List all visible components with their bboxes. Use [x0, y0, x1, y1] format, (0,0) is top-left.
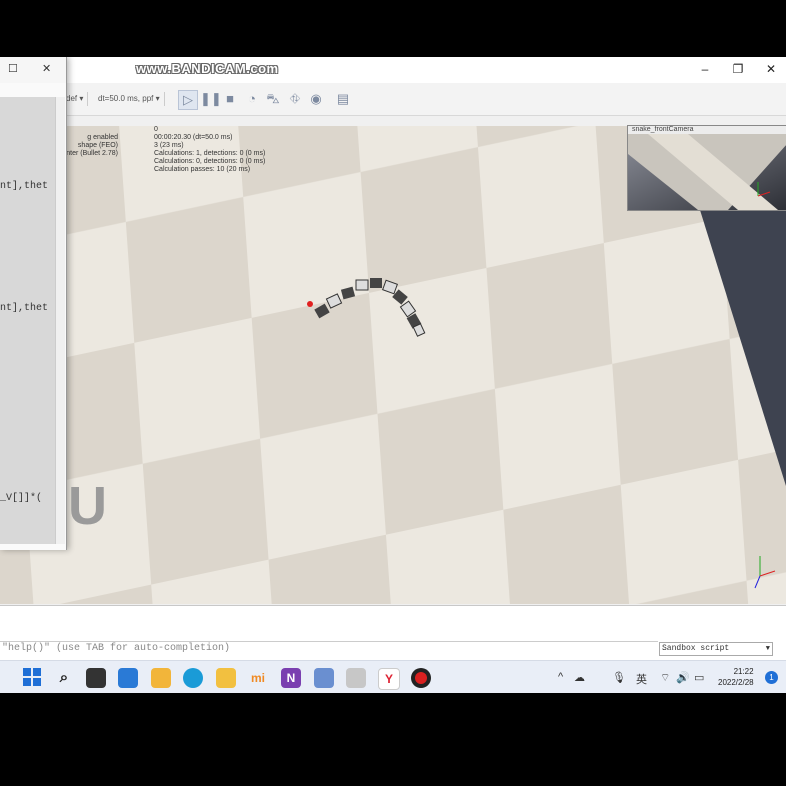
microphone-icon[interactable]: 🎙	[612, 671, 626, 684]
mi-icon[interactable]: mi	[248, 668, 268, 688]
restore-button[interactable]: ❐	[725, 60, 751, 78]
code-line: nt],thet	[0, 303, 49, 314]
editor-maximize-button[interactable]: ☐	[8, 62, 18, 75]
screen: www.BANDICAM.com – ❐ ✕ def ▾ dt=50.0 ms,…	[0, 57, 786, 693]
editor-scrollbar[interactable]	[55, 97, 65, 544]
editor-text-area[interactable]: nt],thet nt],thet _V[]]*(	[0, 97, 55, 544]
script-select-value: Sandbox script	[662, 644, 730, 653]
pause-icon[interactable]: ❚❚	[200, 90, 222, 108]
taskbar: ⌕ mi N Y ^ ☁ 🎙 英 ⌔ 🔊 ▭ 21:22 2022/2/28 1	[0, 660, 786, 693]
hud-right-line: Calculations: 0, detections: 0 (0 ms)	[154, 158, 266, 165]
close-button[interactable]: ✕	[758, 60, 784, 78]
robot-icon[interactable]	[346, 668, 366, 688]
onenote-icon[interactable]: N	[281, 668, 301, 688]
play-icon[interactable]: ▷	[178, 90, 198, 110]
record-icon[interactable]	[411, 668, 431, 688]
layers-icon[interactable]: ▤	[334, 90, 352, 108]
timestep-select[interactable]: dt=50.0 ms, ppf ▾	[98, 92, 165, 106]
task-view-icon[interactable]	[86, 668, 106, 688]
coppelia-icon[interactable]: Y	[378, 668, 400, 690]
editor-close-button[interactable]: ✕	[42, 62, 51, 75]
ime-language[interactable]: 英	[636, 671, 647, 687]
eye-icon[interactable]: ◉	[307, 90, 325, 108]
edge-icon[interactable]	[183, 668, 203, 688]
clock-time: 21:22	[733, 667, 754, 676]
camera-image	[628, 134, 786, 210]
system-clock[interactable]: 21:22 2022/2/28	[718, 666, 754, 688]
photo-icon[interactable]	[314, 668, 334, 688]
vehicle-icon[interactable]: ⛍	[264, 90, 282, 108]
widgets-icon[interactable]	[118, 668, 138, 688]
app-titlebar: www.BANDICAM.com – ❐ ✕	[0, 57, 786, 83]
maps-icon[interactable]	[216, 668, 236, 688]
editor-titlebar: ☐ ✕	[0, 57, 66, 83]
chevron-down-icon: ▼	[765, 645, 770, 653]
stop-icon[interactable]: ■	[221, 90, 239, 108]
script-select[interactable]: Sandbox script ▼	[659, 642, 773, 656]
code-line: nt],thet	[0, 181, 49, 192]
hud-right-line: 0	[154, 126, 158, 133]
volume-icon[interactable]: 🔊	[676, 671, 690, 684]
minimize-button[interactable]: –	[692, 60, 718, 78]
script-editor-window[interactable]: ☐ ✕ nt],thet nt],thet _V[]]*( U	[0, 57, 107, 550]
hud-right-line: 3 (23 ms)	[154, 142, 184, 149]
overlay-letter: U	[68, 476, 107, 536]
simulation-toolbar: def ▾ dt=50.0 ms, ppf ▾ ▷ ❚❚ ■ ◔ ⛍ ⛗ ◉ ▤	[0, 83, 786, 116]
hud-right-line: 00:00:20.30 (dt=50.0 ms)	[154, 134, 233, 141]
code-line: _V[]]*(	[0, 493, 43, 504]
search-icon[interactable]: ⌕	[54, 668, 74, 688]
cloud-icon[interactable]: ☁	[574, 671, 585, 684]
hud-right-line: Calculation passes: 10 (20 ms)	[154, 166, 251, 173]
battery-icon[interactable]: ▭	[694, 671, 704, 684]
physics-engine-select[interactable]: def ▾	[66, 92, 89, 106]
chevron-up-icon[interactable]: ^	[558, 671, 563, 683]
notification-badge[interactable]: 1	[765, 671, 778, 684]
threaded-icon[interactable]: ⛗	[286, 90, 304, 108]
recording-watermark: www.BANDICAM.com	[136, 61, 279, 76]
hud-right-line: Calculations: 1, detections: 0 (0 ms)	[154, 150, 266, 157]
clock-date: 2022/2/28	[718, 678, 754, 687]
start-icon[interactable]	[22, 668, 42, 688]
realtime-icon[interactable]: ◔	[243, 90, 261, 108]
floating-camera-view[interactable]: snake_frontCamera	[627, 125, 786, 211]
floating-view-title: snake_frontCamera	[628, 126, 786, 134]
command-input[interactable]: "help()" (use TAB for auto-completion)	[0, 641, 658, 656]
file-explorer-icon[interactable]	[151, 668, 171, 688]
wifi-icon[interactable]: ⌔	[660, 671, 670, 685]
